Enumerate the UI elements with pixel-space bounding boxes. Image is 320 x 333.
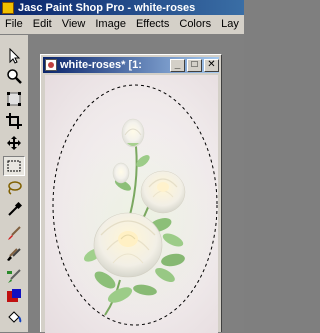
retouch-icon [7,289,21,302]
crop-tool[interactable] [3,111,25,131]
freehand-tool[interactable] [3,178,25,198]
deform-tool[interactable] [3,89,25,109]
arrow-icon [9,48,21,64]
deform-icon [7,92,21,106]
menu-effects[interactable]: Effects [131,15,174,34]
menu-image[interactable]: Image [90,15,131,34]
clone-tool[interactable] [3,245,25,265]
flood-fill-tool[interactable] [3,307,25,327]
dropper-tool[interactable] [3,200,25,220]
brush-icon [8,226,21,240]
zoom-tool[interactable] [3,66,25,86]
selection-icon [7,160,21,172]
menu-view[interactable]: View [57,15,91,34]
image-canvas[interactable] [45,75,218,333]
menu-edit[interactable]: Edit [28,15,57,34]
app-title-bar: Jasc Paint Shop Pro - white-roses [0,0,244,15]
retouch-tool[interactable] [3,286,25,306]
lasso-icon [8,181,22,195]
document-icon[interactable] [45,59,57,71]
menu-layers[interactable]: Lay [216,15,244,34]
color-replacer-tool[interactable] [3,266,25,286]
maximize-button[interactable]: □ [187,58,202,72]
dropper-icon [8,202,22,216]
paintbrush-tool[interactable] [3,223,25,243]
app-title: Jasc Paint Shop Pro - white-roses [18,1,196,14]
color-replacer-icon [7,269,21,283]
flood-fill-icon [8,311,22,323]
menu-colors[interactable]: Colors [174,15,216,34]
menu-file[interactable]: File [0,15,28,34]
move-icon [7,136,21,150]
menu-bar: File Edit View Image Effects Colors Lay [0,15,244,35]
close-button[interactable]: ✕ [204,58,219,72]
document-window[interactable]: white-roses* [1: _ □ ✕ [40,54,222,333]
document-title-bar[interactable]: white-roses* [1: _ □ ✕ [43,57,219,73]
document-title: white-roses* [1: [60,59,142,71]
magnifier-icon [7,69,22,84]
paint-shop-pro-app-icon[interactable] [2,1,14,14]
clone-brush-icon [7,248,21,261]
tool-palette [0,35,29,332]
selection-tool[interactable] [3,156,25,176]
minimize-button[interactable]: _ [170,58,185,72]
arrow-tool[interactable] [3,46,25,66]
crop-icon [6,113,22,129]
mover-tool[interactable] [3,133,25,153]
white-roses-image [52,84,218,326]
